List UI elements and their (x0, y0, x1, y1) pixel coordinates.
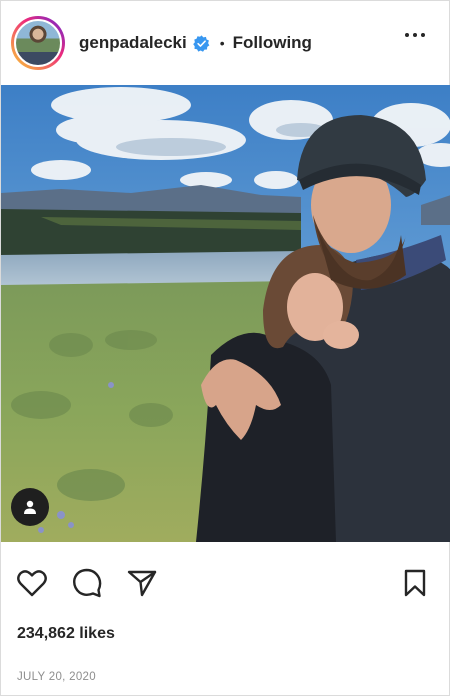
comment-button[interactable] (69, 565, 105, 601)
following-button[interactable]: Following (233, 33, 312, 53)
username-link[interactable]: genpadalecki (79, 33, 187, 53)
share-button[interactable] (124, 565, 160, 601)
heart-icon (17, 570, 47, 597)
verified-badge-icon (192, 34, 210, 52)
bookmark-icon (404, 569, 426, 597)
likes-count[interactable]: 234,862 likes (17, 625, 115, 643)
post-image (1, 85, 450, 542)
more-options-icon[interactable] (405, 33, 425, 37)
tagged-user-button[interactable] (11, 488, 49, 526)
post-header: genpadalecki • Following (1, 1, 450, 85)
comment-icon (73, 568, 102, 598)
post-photo[interactable] (1, 85, 450, 542)
avatar-story-ring[interactable] (11, 16, 65, 70)
post-card: genpadalecki • Following 234,862 likes J… (0, 0, 450, 696)
tagged-user-icon (24, 500, 36, 514)
save-button[interactable] (397, 565, 433, 601)
action-bar (1, 561, 450, 605)
post-date[interactable]: JULY 20, 2020 (17, 671, 96, 683)
paper-plane-icon (127, 570, 157, 597)
like-button[interactable] (14, 565, 50, 601)
avatar[interactable] (14, 19, 62, 67)
separator-dot: • (219, 35, 225, 51)
